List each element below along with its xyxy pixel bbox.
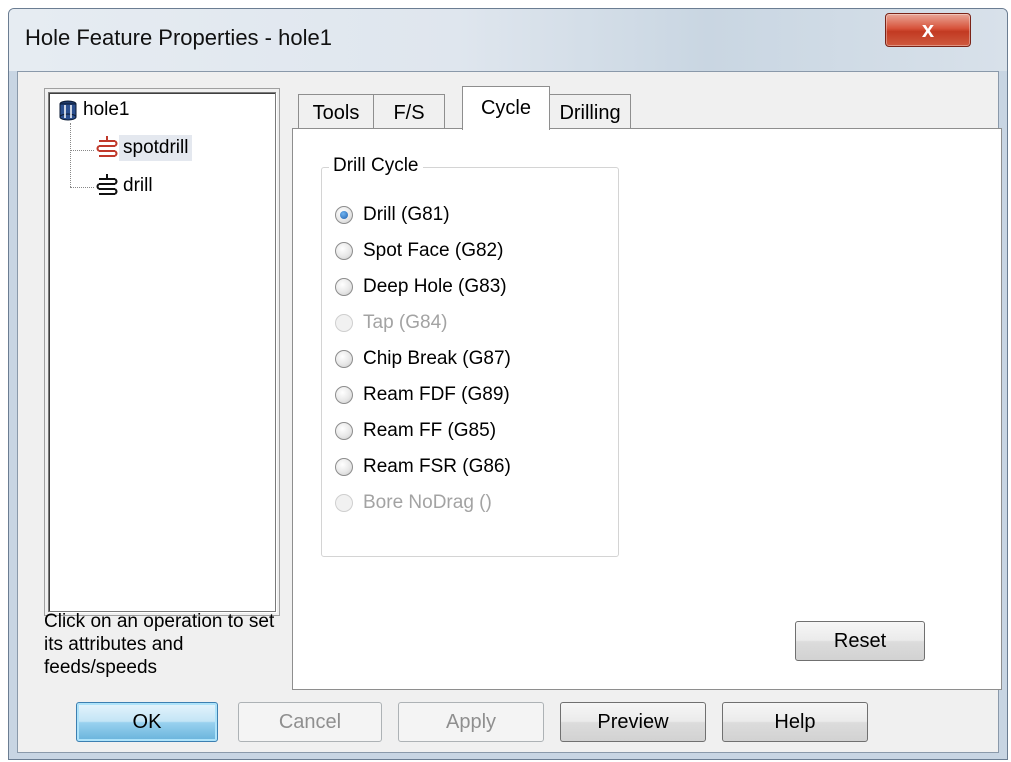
radio-button[interactable] bbox=[335, 350, 353, 368]
radio-drill-g81[interactable]: Drill (G81) bbox=[335, 204, 450, 226]
tab-drilling[interactable]: Drilling bbox=[549, 94, 631, 132]
radio-ream-fsr-g86[interactable]: Ream FSR (G86) bbox=[335, 456, 511, 478]
tab-cycle[interactable]: Cycle bbox=[462, 86, 550, 130]
radio-label: Chip Break (G87) bbox=[363, 348, 511, 369]
window-title: Hole Feature Properties - hole1 bbox=[25, 25, 332, 50]
radio-label: Ream FDF (G89) bbox=[363, 384, 510, 405]
close-button[interactable]: x bbox=[885, 13, 971, 47]
tree-item-label: spotdrill bbox=[119, 135, 193, 161]
drill-cycle-title: Drill Cycle bbox=[329, 155, 423, 177]
tree-connector-line bbox=[70, 123, 71, 187]
tab-label: Cycle bbox=[480, 97, 531, 119]
reset-button[interactable]: Reset bbox=[795, 621, 925, 661]
tree-connector-line bbox=[70, 150, 94, 151]
tab-fs[interactable]: F/S bbox=[373, 94, 445, 132]
ok-button[interactable]: OK bbox=[76, 702, 218, 742]
tab-label: Drilling bbox=[559, 102, 621, 124]
tree-item-spotdrill[interactable]: spotdrill bbox=[95, 135, 193, 161]
radio-button[interactable] bbox=[335, 422, 353, 440]
tree-item-hole1[interactable]: hole1 bbox=[57, 97, 134, 123]
radio-label: Ream FF (G85) bbox=[363, 420, 497, 441]
spotdrill-op-icon bbox=[96, 136, 118, 157]
dialog-client-area: hole1 spotdrill drill Click on an operat… bbox=[17, 71, 1002, 753]
radio-label: Bore NoDrag () bbox=[363, 492, 492, 513]
radio-button bbox=[335, 494, 353, 512]
radio-button[interactable] bbox=[335, 458, 353, 476]
radio-tap-g84: Tap (G84) bbox=[335, 312, 447, 334]
radio-button[interactable] bbox=[335, 206, 353, 224]
radio-label: Drill (G81) bbox=[363, 204, 450, 225]
tree-item-label: drill bbox=[123, 175, 153, 196]
tab-tools[interactable]: Tools bbox=[298, 94, 374, 132]
preview-button[interactable]: Preview bbox=[560, 702, 706, 742]
radio-label: Spot Face (G82) bbox=[363, 240, 504, 261]
cylinder-icon bbox=[59, 100, 77, 121]
drill-op-icon bbox=[96, 174, 118, 195]
radio-bore-nodrag: Bore NoDrag () bbox=[335, 492, 492, 514]
tab-label: Tools bbox=[312, 102, 360, 124]
cycle-tab-panel: Drill Cycle Drill (G81) Spot Face (G82) … bbox=[292, 128, 1002, 690]
title-bar[interactable]: Hole Feature Properties - hole1 x bbox=[9, 9, 1007, 71]
tree-hint-text: Click on an operation to set its attribu… bbox=[44, 611, 275, 678]
radio-spot-face-g82[interactable]: Spot Face (G82) bbox=[335, 240, 503, 262]
radio-label: Ream FSR (G86) bbox=[363, 456, 511, 477]
operation-tree[interactable]: hole1 spotdrill drill bbox=[48, 92, 276, 612]
radio-label: Deep Hole (G83) bbox=[363, 276, 507, 297]
apply-button: Apply bbox=[398, 702, 544, 742]
radio-ream-ff-g85[interactable]: Ream FF (G85) bbox=[335, 420, 496, 442]
help-button[interactable]: Help bbox=[722, 702, 868, 742]
cancel-button: Cancel bbox=[238, 702, 382, 742]
tree-item-label: hole1 bbox=[83, 99, 130, 120]
radio-button bbox=[335, 314, 353, 332]
close-icon: x bbox=[921, 17, 935, 42]
radio-deep-hole-g83[interactable]: Deep Hole (G83) bbox=[335, 276, 507, 298]
radio-chip-break-g87[interactable]: Chip Break (G87) bbox=[335, 348, 511, 370]
tree-item-drill[interactable]: drill bbox=[95, 173, 157, 199]
radio-ream-fdf-g89[interactable]: Ream FDF (G89) bbox=[335, 384, 510, 406]
dialog-window: Hole Feature Properties - hole1 x hole1 bbox=[8, 8, 1008, 760]
radio-button[interactable] bbox=[335, 242, 353, 260]
radio-button[interactable] bbox=[335, 386, 353, 404]
radio-label: Tap (G84) bbox=[363, 312, 448, 333]
tree-connector-line bbox=[70, 187, 94, 188]
radio-button[interactable] bbox=[335, 278, 353, 296]
tab-label: F/S bbox=[393, 102, 425, 124]
